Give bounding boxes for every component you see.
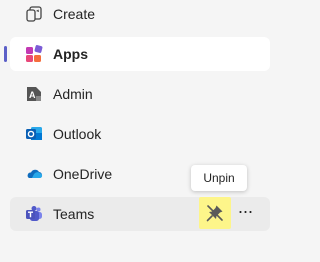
unpin-tooltip: Unpin [191,165,247,191]
nav-item-create[interactable]: Create [10,0,270,31]
nav-item-label: Apps [53,46,88,62]
svg-text:A: A [29,90,36,100]
admin-icon: A [27,87,41,101]
more-options-button[interactable]: ··· [233,200,257,226]
app-navigation: Create Apps A Admin Outlook OneDrive Tea… [0,0,287,262]
selection-indicator [4,46,7,62]
nav-item-outlook[interactable]: Outlook [10,117,270,151]
nav-item-apps[interactable]: Apps [10,37,270,71]
apps-icon [26,45,43,62]
nav-item-admin[interactable]: A Admin [10,77,270,111]
create-icon [26,6,42,22]
nav-item-label: Admin [53,86,93,102]
unpin-button[interactable] [199,197,231,229]
teams-icon [26,206,42,221]
nav-item-label: Teams [53,206,95,222]
unpin-icon [206,205,223,222]
nav-item-label: Outlook [53,126,102,142]
nav-item-label: OneDrive [53,166,113,182]
nav-item-teams[interactable]: Teams [10,197,270,231]
onedrive-icon [27,169,43,178]
outlook-icon [26,127,42,140]
nav-item-label: Create [53,6,96,22]
